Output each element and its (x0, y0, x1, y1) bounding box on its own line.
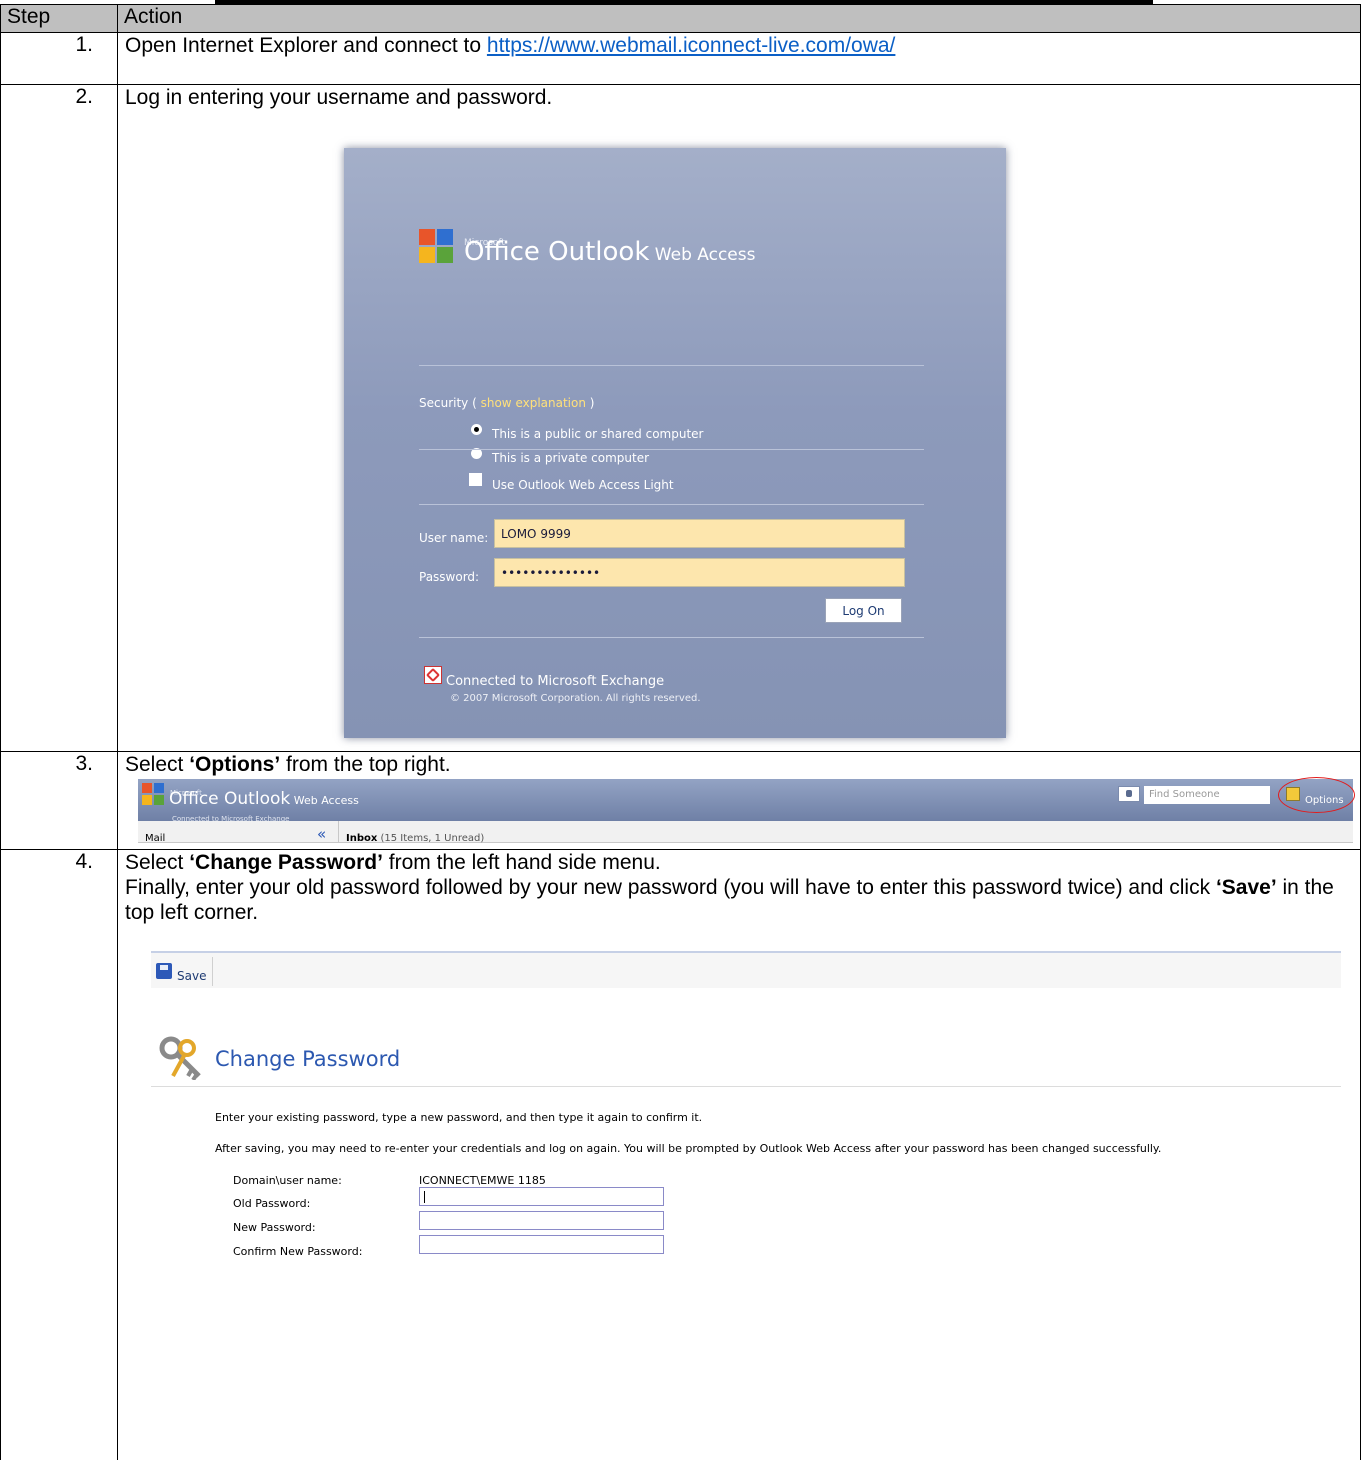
owa-brand: Office Outlook Web Access (464, 237, 756, 267)
info-text: After saving, you may need to re-enter y… (215, 1142, 1162, 1155)
owa-light-label: Use Outlook Web Access Light (492, 478, 674, 492)
step-action: Select ‘Change Password’ from the left h… (117, 849, 1361, 1460)
highlight-circle (1278, 777, 1355, 813)
domain-label: Domain\user name: (233, 1174, 342, 1187)
change-password-screenshot: Save Change Password Enter your existing… (151, 951, 1341, 1303)
step-row-3: 3. Select ‘Options’ from the top right. … (0, 751, 1361, 850)
step-text: Open Internet Explorer and connect to (125, 34, 487, 57)
step-number: 3. (0, 751, 118, 850)
owa-header-screenshot: Microsoft Office Outlook Web Access Conn… (138, 777, 1355, 844)
step-number: 4. (0, 849, 118, 1460)
old-password-label: Old Password: (233, 1197, 311, 1210)
username-label: User name: (419, 531, 489, 545)
text-caret (424, 1191, 425, 1203)
steps-table: Step Action 1. Open Internet Explorer an… (0, 4, 1361, 1460)
confirm-password-input[interactable] (419, 1235, 664, 1254)
divider (151, 1086, 1341, 1087)
inbox-label: Inbox (15 Items, 1 Unread) (346, 833, 485, 844)
toolbar: Save (151, 951, 1341, 988)
old-password-input[interactable] (419, 1187, 664, 1206)
step-text: Select ‘Change Password’ from the left h… (125, 851, 661, 874)
owa-url-link[interactable]: https://www.webmail.iconnect-live.com/ow… (487, 34, 896, 57)
password-label: Password: (419, 570, 480, 584)
step-text-2: Finally, enter your old password followe… (125, 876, 1334, 924)
public-computer-radio[interactable] (471, 424, 482, 435)
username-field[interactable]: LOMO 9999 (494, 519, 905, 548)
step-number: 1. (0, 32, 118, 85)
security-label: Security ( show explanation ) (419, 396, 595, 410)
owa-light-checkbox[interactable] (469, 473, 482, 486)
save-icon[interactable] (156, 963, 172, 979)
step-row-4: 4. Select ‘Change Password’ from the lef… (0, 849, 1361, 1460)
divider (419, 504, 924, 505)
divider (419, 365, 924, 366)
divider (212, 957, 213, 986)
step-header: Step (0, 4, 118, 33)
divider (419, 637, 924, 638)
key-icon (159, 1036, 201, 1080)
step-text: Select ‘Options’ from the top right. (125, 753, 451, 776)
header-row: Step Action (0, 4, 1361, 33)
owa-subheader: Mail « Inbox (15 Items, 1 Unread) (138, 821, 1353, 844)
confirm-password-label: Confirm New Password: (233, 1245, 363, 1258)
step-text: Log in entering your username and passwo… (125, 86, 553, 109)
copyright-text: © 2007 Microsoft Corporation. All rights… (450, 693, 701, 704)
address-book-icon[interactable] (1118, 786, 1140, 802)
exchange-logo-icon (424, 666, 442, 684)
new-password-input[interactable] (419, 1211, 664, 1230)
instructions-text: Enter your existing password, type a new… (215, 1111, 703, 1124)
step-action: Log in entering your username and passwo… (117, 84, 1361, 752)
show-explanation-link[interactable]: show explanation (481, 396, 586, 410)
office-logo-icon (142, 783, 164, 805)
password-field[interactable]: •••••••••••••• (494, 558, 905, 587)
change-password-title: Change Password (215, 1047, 401, 1071)
find-someone-input[interactable]: Find Someone (1144, 786, 1270, 804)
action-header: Action (117, 4, 1361, 33)
step-number: 2. (0, 84, 118, 752)
log-on-button[interactable]: Log On (825, 598, 902, 623)
public-computer-label: This is a public or shared computer (492, 427, 704, 441)
collapse-chevron-icon[interactable]: « (317, 822, 326, 847)
step-row-2: 2. Log in entering your username and pas… (0, 84, 1361, 752)
owa-login-screenshot: Microsoft Office Outlook Web Access Secu… (344, 148, 1006, 738)
office-logo-icon (419, 229, 453, 263)
save-button[interactable]: Save (177, 964, 206, 989)
mail-label: Mail (145, 833, 166, 844)
step-action: Open Internet Explorer and connect to ht… (117, 32, 1361, 85)
divider (419, 449, 924, 450)
step-row-1: 1. Open Internet Explorer and connect to… (0, 32, 1361, 85)
step-action: Select ‘Options’ from the top right. Mic… (117, 751, 1361, 850)
new-password-label: New Password: (233, 1221, 316, 1234)
divider (338, 821, 339, 843)
